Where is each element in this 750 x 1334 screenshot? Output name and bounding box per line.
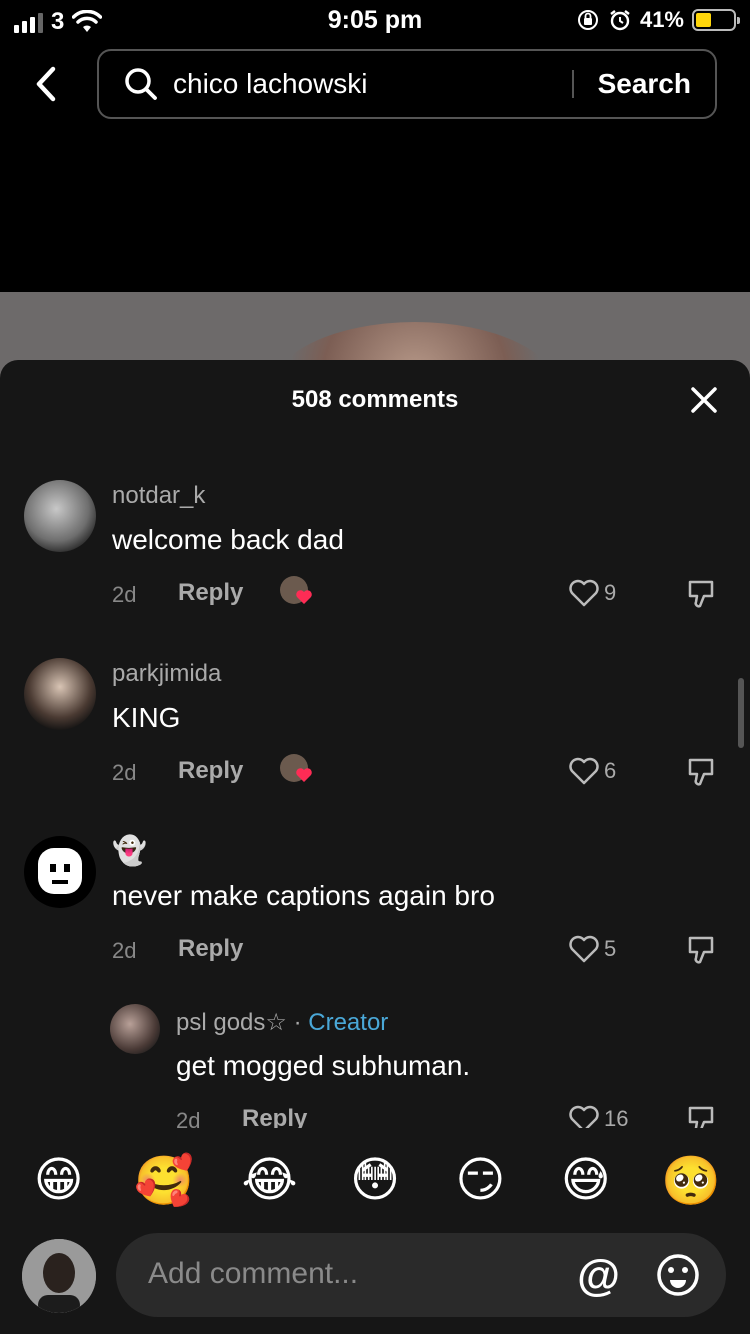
like-button[interactable]: 9	[568, 578, 616, 608]
my-avatar[interactable]	[22, 1239, 96, 1313]
heart-icon	[569, 579, 599, 607]
dislike-icon[interactable]	[686, 578, 718, 610]
status-bar: 3 9:05 pm 41%	[0, 0, 750, 44]
emoji-hearts-button[interactable]: 🥰	[132, 1152, 196, 1209]
comment-username[interactable]: psl gods☆ · Creator	[176, 1008, 388, 1037]
comment-text: get mogged subhuman.	[176, 1050, 471, 1081]
search-icon	[123, 66, 159, 102]
dislike-icon[interactable]	[686, 934, 718, 966]
emoji-sweat-smile-button[interactable]: 😅	[554, 1152, 618, 1208]
search-button[interactable]: Search	[598, 68, 691, 100]
emoji-flushed-button[interactable]: 😳	[343, 1152, 407, 1208]
reply-item: psl gods☆ · Creator get mogged subhuman.…	[0, 1002, 750, 1128]
person-avatar-icon	[22, 1239, 96, 1313]
emoji-smirk-button[interactable]: 😏	[448, 1152, 512, 1208]
sheet-header: 508 comments	[0, 360, 750, 440]
avatar[interactable]	[110, 1004, 160, 1054]
comment-text: welcome back dad	[112, 524, 344, 555]
status-right: 41%	[576, 7, 740, 33]
emoji-picker-icon[interactable]	[656, 1253, 700, 1297]
comment-text: KING	[112, 702, 181, 733]
creator-liked-icon	[280, 576, 312, 604]
battery-icon	[692, 9, 740, 31]
creator-badge: Creator	[308, 1009, 389, 1036]
search-divider	[571, 70, 574, 98]
ghost-avatar-icon	[38, 848, 82, 894]
like-count: 5	[604, 936, 617, 961]
heart-icon	[569, 1105, 599, 1128]
comment-field[interactable]: Add comment... @	[116, 1233, 726, 1317]
like-count: 6	[604, 758, 617, 783]
emoji-joy-button[interactable]: 😂	[238, 1152, 302, 1208]
comment-placeholder: Add comment...	[148, 1257, 359, 1290]
heart-icon	[569, 935, 599, 963]
like-button[interactable]: 6	[568, 756, 616, 786]
chevron-left-icon	[36, 66, 56, 102]
close-icon[interactable]	[688, 384, 720, 416]
like-count: 16	[604, 1106, 629, 1128]
comment-username[interactable]: 👻	[112, 834, 147, 867]
avatar[interactable]	[24, 836, 96, 908]
comment-username[interactable]: notdar_k	[112, 482, 205, 510]
comment-text: never make captions again bro	[112, 880, 495, 911]
alarm-icon	[610, 10, 630, 31]
heart-icon	[569, 757, 599, 785]
comment-age: 2d	[112, 760, 137, 785]
comment-input-bar: Add comment... @	[0, 1215, 750, 1334]
dislike-icon[interactable]	[686, 756, 718, 788]
comment-age: 2d	[176, 1108, 201, 1128]
comment-age: 2d	[112, 582, 137, 607]
like-button[interactable]: 16	[568, 1104, 628, 1128]
reply-button[interactable]: Reply	[178, 579, 243, 607]
scrollbar[interactable]	[738, 678, 744, 748]
emoji-grin-button[interactable]: 😁	[27, 1152, 91, 1208]
comment-age: 2d	[112, 938, 137, 963]
like-count: 9	[604, 580, 617, 605]
emoji-pleading-button[interactable]: 🥺	[659, 1152, 723, 1209]
reply-button[interactable]: Reply	[178, 757, 243, 785]
separator-dot: ·	[293, 1009, 302, 1036]
reply-username: psl gods☆	[176, 1009, 287, 1036]
comments-count-title: 508 comments	[291, 386, 459, 413]
avatar[interactable]	[24, 480, 96, 552]
comment-username[interactable]: parkjimida	[112, 660, 221, 688]
like-button[interactable]: 5	[568, 934, 616, 964]
battery-percent: 41%	[639, 7, 684, 32]
creator-liked-icon	[280, 754, 312, 782]
reply-button[interactable]: Reply	[242, 1105, 307, 1128]
avatar[interactable]	[24, 658, 96, 730]
reply-button[interactable]: Reply	[178, 935, 243, 963]
emoji-quick-bar: 😁 🥰 😂 😳 😏 😅 🥺	[0, 1145, 750, 1215]
mention-button[interactable]: @	[577, 1251, 620, 1301]
search-input[interactable]: chico lachowski Search	[97, 49, 717, 119]
dislike-icon[interactable]	[686, 1104, 718, 1128]
search-query: chico lachowski	[173, 68, 368, 99]
back-button[interactable]	[26, 62, 66, 106]
orientation-lock-icon	[577, 10, 598, 30]
